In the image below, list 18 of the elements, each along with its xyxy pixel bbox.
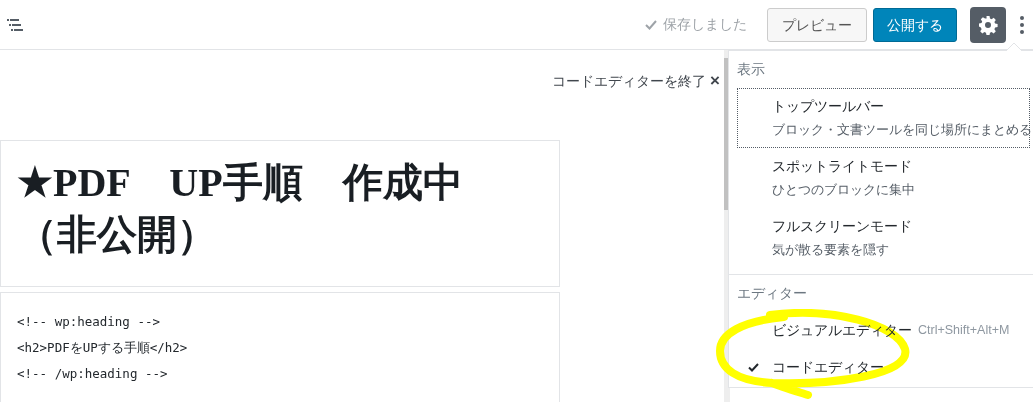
settings-icon [978,14,998,35]
menu-item[interactable]: コードエディター [737,349,1030,386]
section-label: 表示 [736,60,766,79]
menu-item[interactable]: スポットライトモード ひとつのブロックに集中 [737,148,1030,208]
code-field[interactable]: <!-- wp:heading --> <h2>PDFをUPする手順</h2> <!-- /wp:heading --> [0,292,560,402]
menu-item[interactable]: フルスクリーンモード 気が散る要素を隠す [737,208,1030,268]
publish-button[interactable]: 公開する [873,7,957,42]
check-icon [645,19,657,30]
saved-status: 保存しました [663,15,747,34]
outline-icon[interactable] [6,17,24,32]
preview-button[interactable]: プレビュー [766,7,867,42]
section-label: エディター [736,284,808,303]
close-icon[interactable]: × [710,71,720,90]
check-icon [748,363,759,372]
more-options-icon[interactable] [1019,14,1025,35]
settings-button[interactable] [970,6,1006,43]
title-field[interactable]: ★PDF UP手順 作成中（非公開） [0,140,560,287]
exit-code-editor-link[interactable]: コードエディターを終了 × [552,68,720,94]
